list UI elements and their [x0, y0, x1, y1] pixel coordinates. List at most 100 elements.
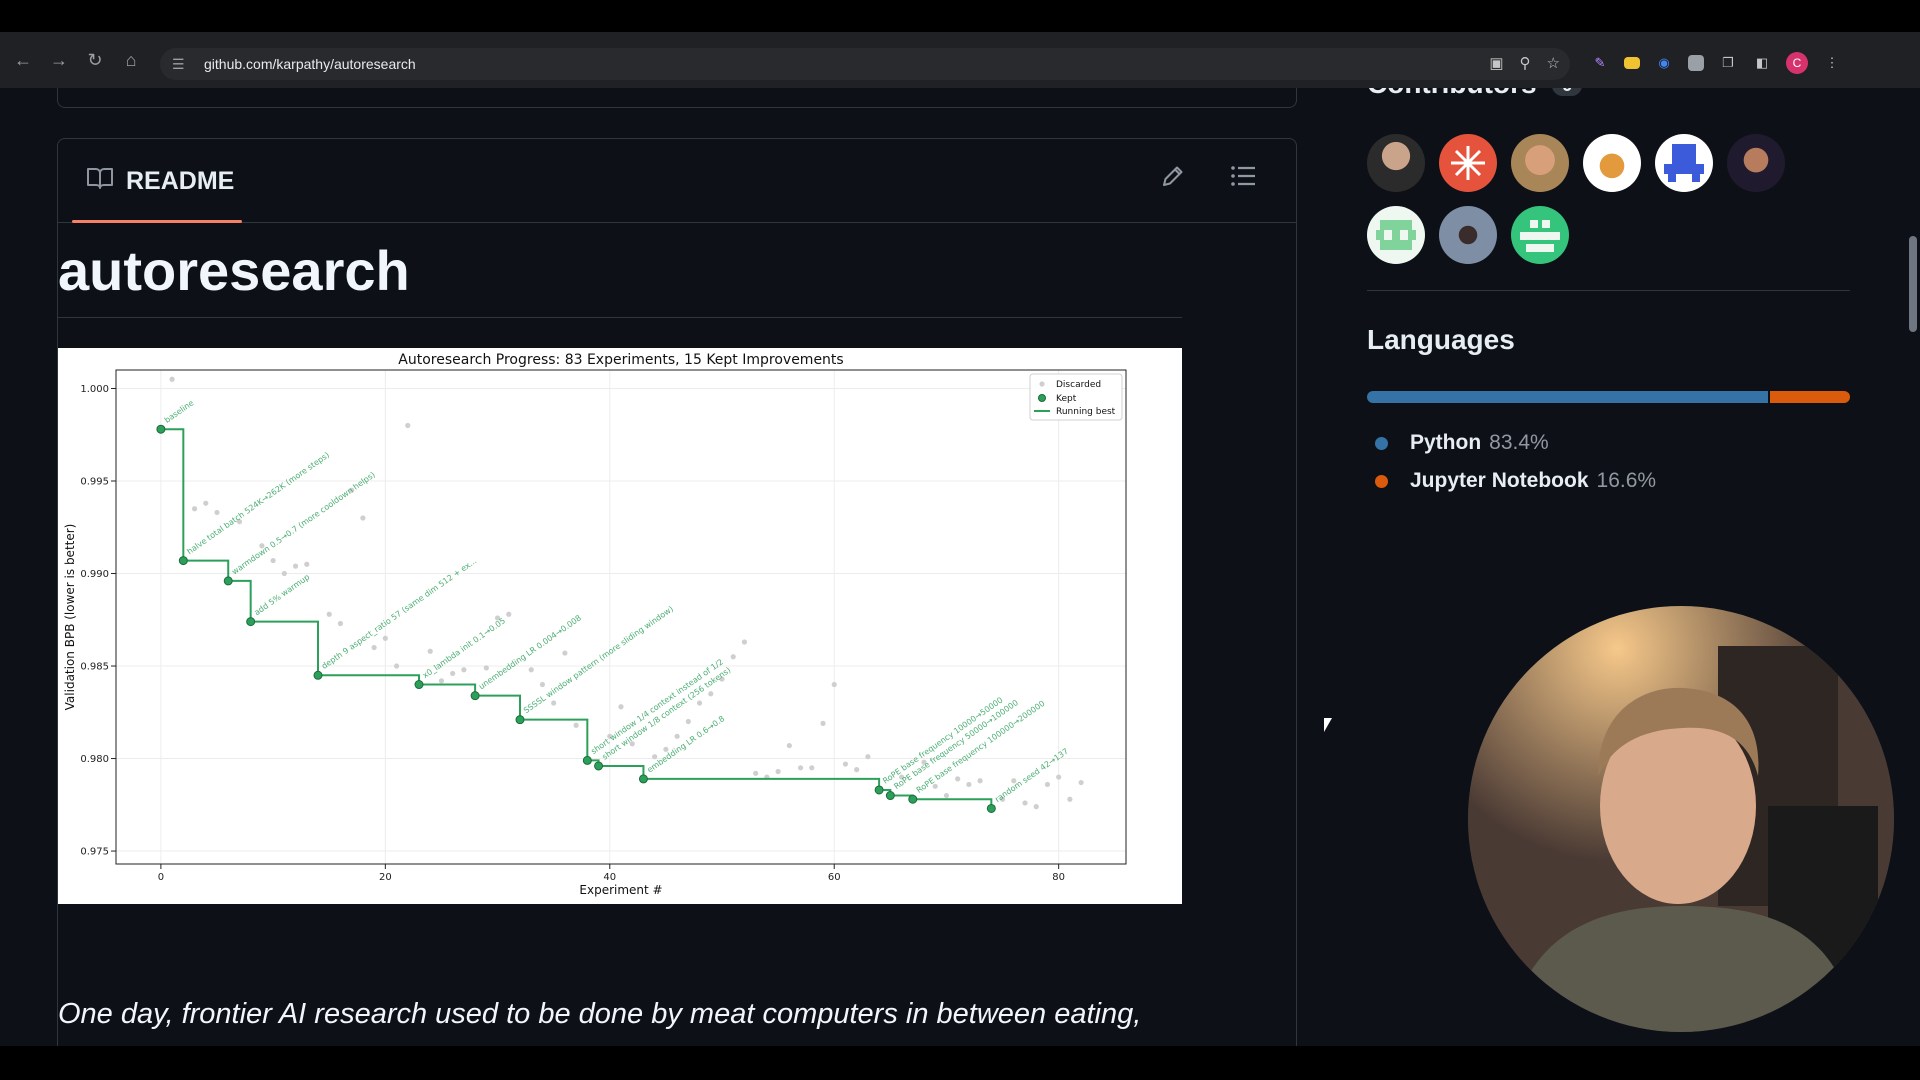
contributor-avatar[interactable]	[1367, 206, 1425, 264]
language-item-python[interactable]: Python 83.4%	[1375, 424, 1656, 462]
zoom-icon[interactable]: ⚲	[1520, 54, 1531, 72]
contributor-avatar[interactable]	[1511, 206, 1569, 264]
discarded-point	[573, 722, 579, 728]
languages-bar	[1367, 391, 1850, 403]
discarded-point	[562, 650, 568, 656]
plot-area-frame	[115, 369, 1127, 865]
contributors-count: 9	[1552, 88, 1583, 97]
contributor-avatar[interactable]	[1727, 134, 1785, 192]
home-icon[interactable]: ⌂	[120, 49, 142, 71]
puzzle-extensions-icon[interactable]: ❐	[1718, 53, 1738, 73]
contributors-avatars	[1367, 134, 1807, 264]
discarded-point	[371, 644, 377, 651]
edit-pencil-icon[interactable]	[1160, 163, 1186, 196]
discarded-point	[304, 561, 310, 567]
x-tick-label: 20	[379, 872, 392, 883]
kept-point-label: baseline	[163, 398, 196, 425]
kept-point	[156, 424, 166, 434]
python-color-dot	[1375, 436, 1388, 450]
discarded-point	[1044, 781, 1051, 788]
progress-chart: Autoresearch Progress: 83 Experiments, 1…	[63, 352, 1127, 897]
forward-icon[interactable]: →	[48, 49, 70, 71]
kept-point	[594, 761, 604, 771]
discarded-point	[506, 611, 512, 617]
contributor-avatar[interactable]	[1583, 134, 1641, 192]
language-bar-segment	[1367, 391, 1769, 403]
discarded-point	[438, 678, 445, 684]
discarded-point	[775, 768, 781, 775]
page-scrollbar-thumb[interactable]	[1909, 236, 1917, 332]
x-tick-label: 60	[828, 872, 841, 883]
url-text[interactable]: github.com/karpathy/autoresearch	[204, 56, 416, 72]
readme-title: autoresearch	[58, 238, 1182, 318]
discarded-point	[427, 648, 433, 654]
progress-chart-image: Autoresearch Progress: 83 Experiments, 1…	[58, 348, 1182, 904]
reload-icon[interactable]: ↻	[84, 49, 106, 71]
readme-tab-label: README	[126, 166, 235, 195]
mouse-cursor	[1324, 718, 1332, 732]
discarded-point	[674, 733, 680, 739]
legend-kept-label: Kept	[1056, 394, 1077, 404]
language-name: Jupyter Notebook	[1410, 469, 1589, 492]
y-tick-label: 0.980	[80, 754, 109, 765]
kept-point	[313, 670, 323, 680]
discarded-point	[337, 620, 344, 627]
profile-avatar[interactable]: C	[1786, 52, 1808, 74]
readme-tab[interactable]: README	[72, 139, 248, 223]
bookmark-star-icon[interactable]: ☆	[1547, 54, 1560, 72]
kept-point	[874, 785, 884, 795]
contributors-heading[interactable]: Contributors 9	[1367, 88, 1583, 100]
kept-point	[414, 680, 424, 690]
legend-running-best-label: Running best	[1056, 407, 1116, 417]
contributors-title[interactable]: Contributors	[1367, 88, 1537, 99]
discarded-point	[696, 700, 703, 706]
site-info-icon[interactable]: ☰	[172, 56, 190, 73]
contributor-avatar[interactable]	[1439, 206, 1497, 264]
discarded-point	[393, 663, 400, 669]
x-tick-label: 40	[603, 872, 616, 883]
discarded-point	[214, 509, 220, 516]
contributor-avatar[interactable]	[1367, 134, 1425, 192]
discarded-point	[191, 506, 198, 512]
contributor-avatar[interactable]	[1511, 134, 1569, 192]
kept-point-label: add 5% warmup	[253, 572, 312, 617]
y-tick-label: 0.975	[80, 847, 109, 858]
book-icon	[86, 166, 114, 197]
install-app-icon[interactable]: ▣	[1489, 54, 1503, 72]
editor-extension-icon[interactable]	[1688, 55, 1704, 71]
legend-kept-marker	[1038, 394, 1046, 402]
readme-intro-text: One day, frontier AI research used to be…	[58, 998, 1142, 1030]
sidebar-divider	[1367, 290, 1850, 291]
language-item-jupyter[interactable]: Jupyter Notebook 16.6%	[1375, 462, 1656, 500]
previous-panel-bottom	[57, 88, 1297, 108]
back-icon[interactable]: ←	[12, 49, 34, 71]
discarded-point	[528, 667, 534, 673]
contributor-avatar[interactable]	[1439, 134, 1497, 192]
kept-point	[223, 576, 233, 586]
discarded-point	[618, 704, 624, 710]
extensions-row: ✎ ◉ ❐ ◧ C ⋮	[1590, 52, 1842, 74]
tab-search-icon[interactable]: ◧	[1752, 53, 1772, 73]
page-scrollbar-track[interactable]	[1906, 88, 1920, 1046]
readme-content: autoresearch Autoresearch Progress: 83 E…	[58, 238, 1182, 904]
pen-extension-icon[interactable]: ✎	[1590, 53, 1610, 73]
languages-list: Python 83.4% Jupyter Notebook 16.6%	[1375, 424, 1656, 500]
kept-point	[638, 774, 648, 784]
language-name: Python	[1410, 431, 1482, 454]
contributor-avatar[interactable]	[1655, 134, 1713, 192]
more-menu-icon[interactable]: ⋮	[1822, 53, 1842, 73]
address-bar[interactable]: ☰ github.com/karpathy/autoresearch ▣ ⚲ ☆	[160, 48, 1570, 80]
active-tab-underline	[72, 220, 242, 223]
discarded-point	[786, 742, 792, 749]
language-percent: 16.6%	[1596, 469, 1657, 492]
discarded-point	[685, 718, 691, 725]
outline-list-icon[interactable]	[1230, 163, 1256, 196]
circle-extension-icon[interactable]: ◉	[1654, 53, 1674, 73]
note-extension-icon[interactable]	[1624, 57, 1640, 69]
kept-point	[986, 803, 996, 813]
discarded-point	[820, 720, 826, 726]
kept-point	[178, 556, 188, 566]
kept-point	[908, 794, 918, 804]
y-tick-label: 0.990	[80, 569, 109, 580]
window-bottom-strip	[0, 1046, 1920, 1080]
